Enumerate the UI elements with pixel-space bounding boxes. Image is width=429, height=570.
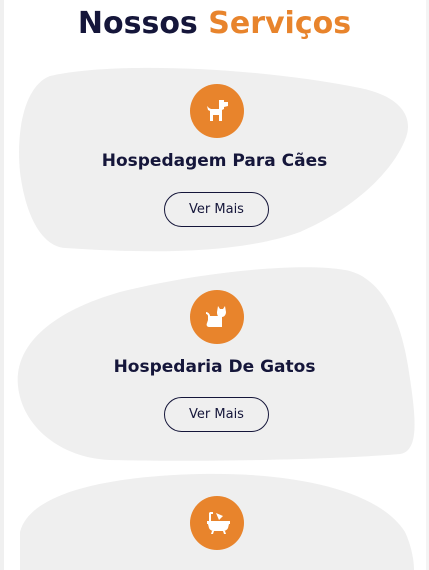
cat-icon — [206, 306, 226, 327]
section-title-primary: Nossos — [77, 6, 198, 41]
bathtub-icon — [207, 512, 230, 534]
section-title: Nossos Serviços — [0, 4, 429, 44]
service-card-dog-boarding: Hospedagem Para Cães Ver Mais — [0, 62, 429, 262]
section-title-accent: Serviços — [208, 6, 352, 41]
ver-mais-button[interactable]: Ver Mais — [164, 192, 269, 227]
service-title: Hospedagem Para Cães — [101, 151, 328, 171]
service-icon-circle — [190, 84, 244, 138]
service-icon-circle — [190, 290, 244, 344]
ver-mais-button[interactable]: Ver Mais — [164, 397, 269, 432]
service-title: Hospedaria De Gatos — [113, 357, 316, 377]
service-card-bathing — [0, 472, 429, 570]
service-card-cat-boarding: Hospedaria De Gatos Ver Mais — [0, 266, 429, 466]
service-icon-circle — [190, 496, 244, 550]
dog-icon — [207, 100, 228, 121]
